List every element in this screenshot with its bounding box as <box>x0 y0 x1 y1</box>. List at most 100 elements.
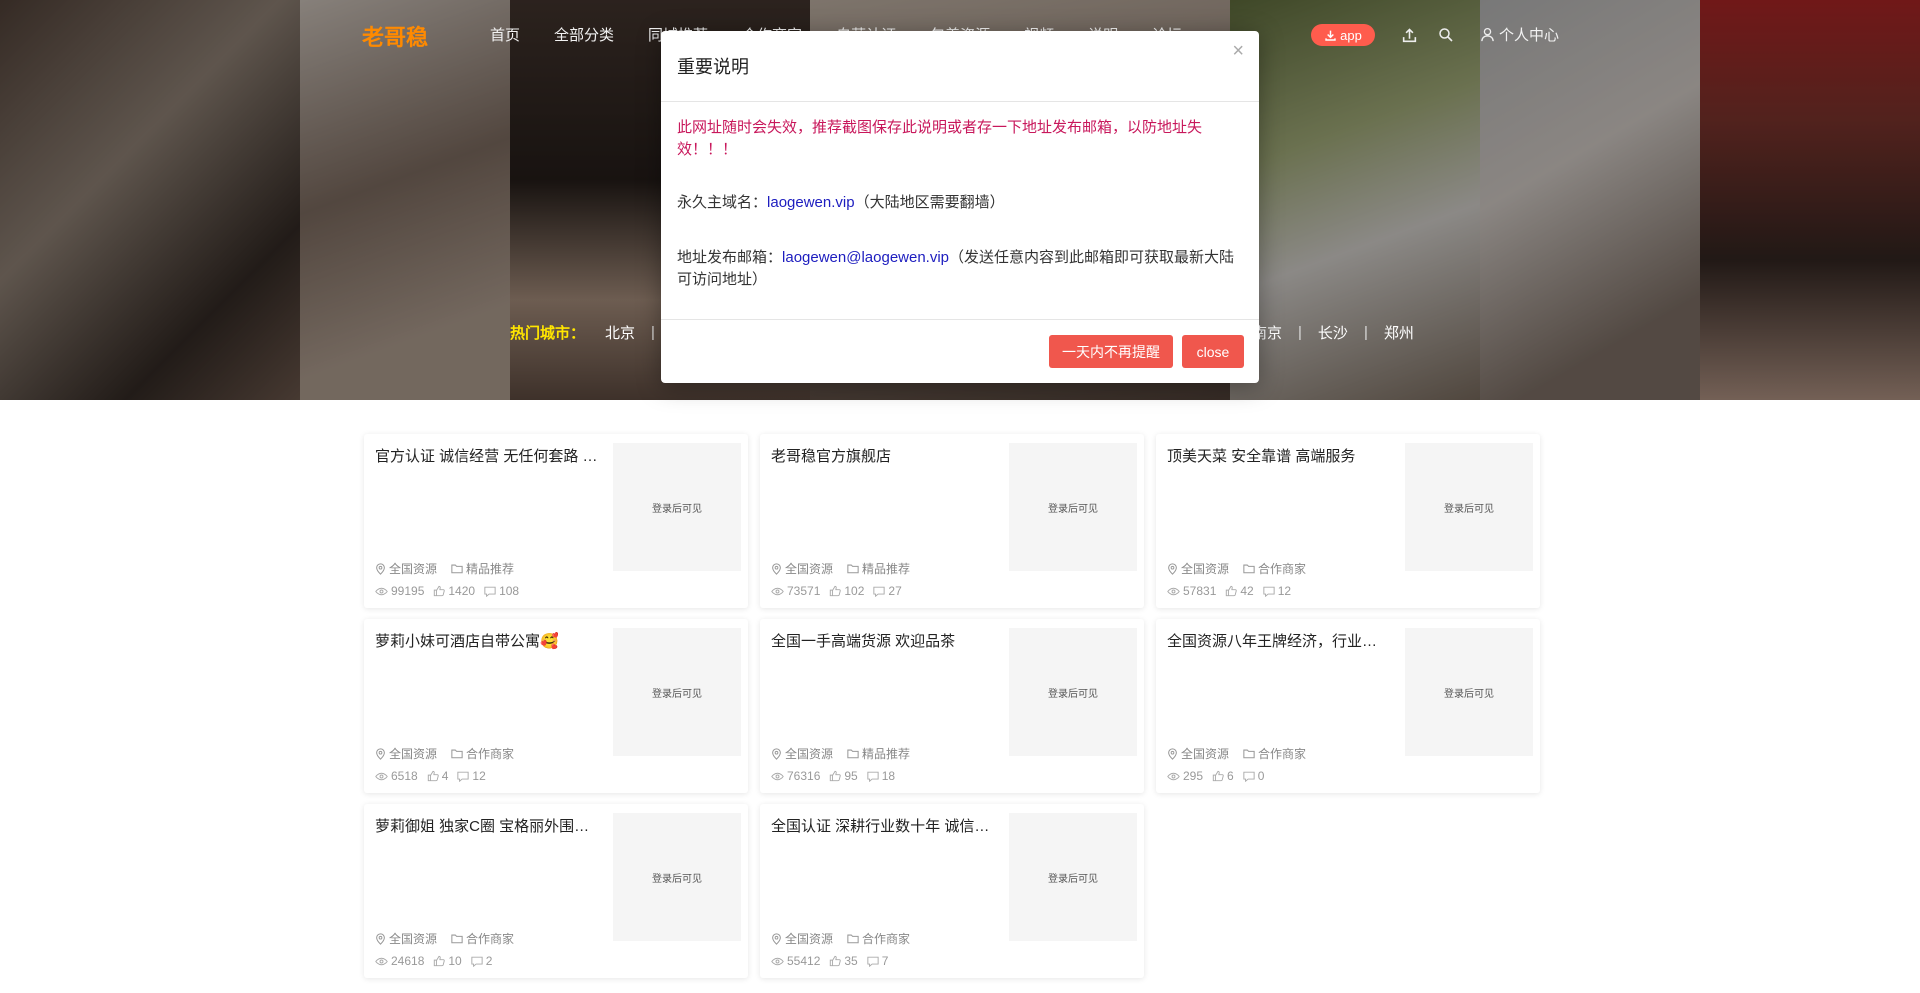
thumbnail-placeholder-text: 登录后可见 <box>1444 503 1494 515</box>
listing-card[interactable]: 老哥稳官方旗舰店 登录后可见 全国资源 精品推荐 73571 102 27 <box>760 434 1144 608</box>
location-tag[interactable]: 全国资源 <box>375 745 437 762</box>
card-title[interactable]: 顶美天菜 安全靠谱 高端服务 <box>1167 445 1392 466</box>
location-tag[interactable]: 全国资源 <box>1167 745 1229 762</box>
listing-card[interactable]: 萝莉御姐 独家C圈 宝格丽外围一线资源登录后可见全国资源 合作商家 24618 10 2 <box>364 804 748 978</box>
likes-stat: 4 <box>427 769 448 783</box>
email-link[interactable]: laogewen@laogewen.vip <box>782 249 949 266</box>
views-count: 295 <box>1183 769 1204 783</box>
category-label: 合作商家 <box>1258 562 1307 576</box>
category-tag[interactable]: 合作商家 <box>1243 560 1306 577</box>
thumbnail-placeholder-text: 登录后可见 <box>652 873 702 885</box>
location-tag[interactable]: 全国资源 <box>771 560 833 577</box>
card-title[interactable]: 官方认证 诚信经营 无任何套路 满意后付款 <box>375 445 600 466</box>
eye-icon <box>375 587 388 596</box>
thumbs-up-icon <box>829 585 842 597</box>
comments-stat: 108 <box>484 584 519 598</box>
location-tag[interactable]: 全国资源 <box>375 930 437 947</box>
comments-stat: 12 <box>457 769 486 783</box>
folder-icon <box>847 933 859 944</box>
search-icon[interactable] <box>1435 24 1457 46</box>
thumbs-up-icon <box>829 770 842 782</box>
dismiss-today-button[interactable]: 一天内不再提醒 <box>1049 335 1173 368</box>
card-thumbnail[interactable]: 登录后可见 <box>613 628 741 756</box>
card-stats: 24618 10 2 <box>375 954 501 968</box>
likes-count: 95 <box>844 769 858 783</box>
comments-count: 12 <box>1277 584 1292 598</box>
comments-stat: 0 <box>1243 769 1264 783</box>
location-tag[interactable]: 全国资源 <box>771 745 833 762</box>
card-thumbnail[interactable]: 登录后可见 <box>613 443 741 571</box>
card-title[interactable]: 老哥稳官方旗舰店 <box>771 445 996 466</box>
likes-count: 1420 <box>448 584 476 598</box>
city-link[interactable]: 郑州 <box>1384 322 1414 343</box>
comments-count: 27 <box>888 584 902 598</box>
comments-count: 12 <box>472 769 486 783</box>
location-tag[interactable]: 全国资源 <box>1167 560 1229 577</box>
thumbnail-placeholder-text: 登录后可见 <box>652 688 702 700</box>
location-tag[interactable]: 全国资源 <box>375 560 437 577</box>
card-title[interactable]: 全国认证 深耕行业数十年 诚信赢天下 <box>771 815 996 836</box>
city-link[interactable]: 北京 <box>605 322 635 343</box>
close-button[interactable]: close <box>1182 335 1244 368</box>
category-tag[interactable]: 合作商家 <box>451 745 514 762</box>
folder-icon <box>847 748 859 759</box>
listing-card[interactable]: 官方认证 诚信经营 无任何套路 满意后付款登录后可见全国资源 精品推荐 99195 1… <box>364 434 748 608</box>
card-thumbnail[interactable]: 登录后可见 <box>1009 813 1137 941</box>
domain-link[interactable]: laogewen.vip <box>767 194 855 211</box>
eye-icon <box>771 772 784 781</box>
listing-card[interactable]: 萝莉小妹可酒店自带公寓🥰 登录后可见全国资源 合作商家 6518 4 12 <box>364 619 748 793</box>
menu-item-categories[interactable]: 全部分类 <box>554 24 614 45</box>
category-tag[interactable]: 合作商家 <box>847 930 910 947</box>
comment-icon <box>873 586 886 597</box>
likes-stat: 42 <box>1225 584 1254 598</box>
upload-icon[interactable] <box>1398 24 1420 46</box>
city-separator: | <box>651 324 655 341</box>
card-title[interactable]: 萝莉御姐 独家C圈 宝格丽外围一线资源 <box>375 815 600 836</box>
location-pin-icon <box>771 562 782 575</box>
location-tag[interactable]: 全国资源 <box>771 930 833 947</box>
location-label: 全国资源 <box>1181 747 1230 761</box>
category-tag[interactable]: 精品推荐 <box>847 745 910 762</box>
eye-icon <box>771 587 784 596</box>
card-title[interactable]: 全国一手高端货源 欢迎品茶 <box>771 630 996 651</box>
views-count: 73571 <box>787 584 821 598</box>
site-logo[interactable]: 老哥稳 <box>362 20 428 52</box>
card-title[interactable]: 萝莉小妹可酒店自带公寓🥰 <box>375 630 600 651</box>
menu-item-home[interactable]: 首页 <box>490 24 520 45</box>
user-center-link[interactable]: 个人中心 <box>1480 24 1559 45</box>
card-thumbnail[interactable]: 登录后可见 <box>1405 443 1533 571</box>
domain-prefix: 永久主域名： <box>677 194 768 211</box>
thumbs-up-icon <box>1212 770 1224 782</box>
location-label: 全国资源 <box>389 747 438 761</box>
listing-card[interactable]: 顶美天菜 安全靠谱 高端服务 登录后可见 全国资源 合作商家 57831 42 12 <box>1156 434 1540 608</box>
card-stats: 6518 4 12 <box>375 769 495 783</box>
views-count: 6518 <box>391 769 418 783</box>
views-count: 76316 <box>787 769 821 783</box>
thumbnail-placeholder-text: 登录后可见 <box>1444 688 1494 700</box>
category-tag[interactable]: 精品推荐 <box>847 560 910 577</box>
category-label: 合作商家 <box>466 747 515 761</box>
category-tag[interactable]: 精品推荐 <box>451 560 514 577</box>
thumbnail-placeholder-text: 登录后可见 <box>1048 688 1098 700</box>
modal-title: 重要说明 <box>677 57 749 77</box>
category-tag[interactable]: 合作商家 <box>451 930 514 947</box>
likes-count: 6 <box>1227 769 1234 783</box>
listing-card[interactable]: 全国认证 深耕行业数十年 诚信赢天下 登录后可见 全国资源 合作商家 55412 35 7 <box>760 804 1144 978</box>
location-label: 全国资源 <box>785 932 834 946</box>
card-thumbnail[interactable]: 登录后可见 <box>613 813 741 941</box>
location-pin-icon <box>771 932 782 945</box>
app-download-button[interactable]: app <box>1311 24 1375 46</box>
card-thumbnail[interactable]: 登录后可见 <box>1009 443 1137 571</box>
category-tag[interactable]: 合作商家 <box>1243 745 1306 762</box>
close-icon[interactable]: × <box>1232 40 1244 63</box>
comment-icon <box>471 956 483 967</box>
likes-stat: 35 <box>829 954 858 968</box>
views-stat: 295 <box>1167 769 1203 783</box>
listing-card[interactable]: 全国资源八年王牌经济，行业翘楚 信誉保障登录后可见全国资源 合作商家 295 6 0 <box>1156 619 1540 793</box>
card-title[interactable]: 全国资源八年王牌经济，行业翘楚 信誉保障 <box>1167 630 1392 651</box>
comment-icon <box>484 586 496 597</box>
card-thumbnail[interactable]: 登录后可见 <box>1009 628 1137 756</box>
listing-card[interactable]: 全国一手高端货源 欢迎品茶 登录后可见 全国资源 精品推荐 76316 95 18 <box>760 619 1144 793</box>
city-link[interactable]: 长沙 <box>1318 322 1348 343</box>
card-thumbnail[interactable]: 登录后可见 <box>1405 628 1533 756</box>
